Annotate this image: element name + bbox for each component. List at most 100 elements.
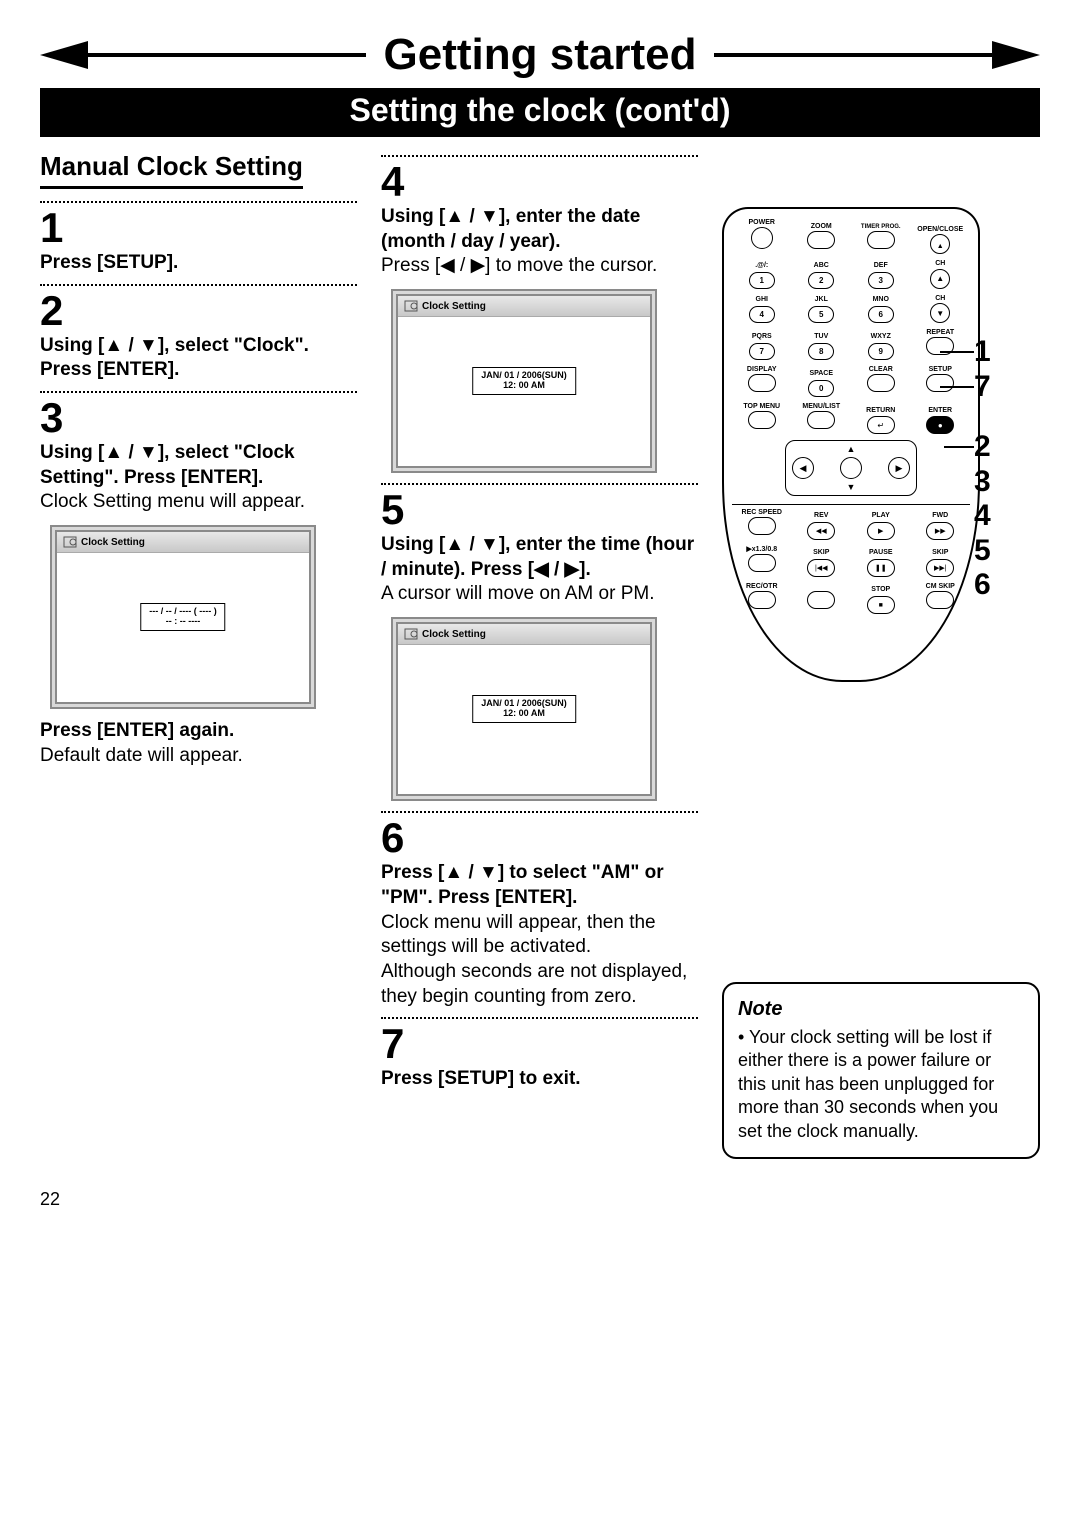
step-desc: Default date will appear. [40,745,243,766]
remote-key: 7 [749,343,775,360]
remote-label: TIMER PROG. [851,224,911,230]
osd-screenshot: Clock Setting JAN/ 01 / 2006(SUN) 12: 00… [391,289,657,473]
remote-key [867,374,895,392]
remote-key [748,517,776,535]
remote-key: 8 [808,343,834,360]
remote-key: ▲ [930,269,950,289]
remote-label: PQRS [732,333,792,340]
remote-label: SPACE [792,370,852,377]
remote-label: TOP MENU [732,403,792,410]
remote-key: |◀◀ [807,559,835,577]
timer-prog-button [867,231,895,249]
callout-number: 3 [974,465,991,498]
note-heading: Note [738,996,1024,1022]
osd-date: JAN/ 01 / 2006(SUN) [481,370,567,380]
step-desc: Press [◀ / ▶] to move the cursor. [381,255,657,276]
remote-key: 1 [749,272,775,289]
step-text: Press [▲ / ▼] to select "AM" or "PM". Pr… [381,862,664,908]
remote-label: JKL [792,296,852,303]
down-arrow-icon: ▼ [847,482,856,492]
callout-number: 1 [974,335,991,368]
remote-label: STOP [851,586,911,593]
dpad-center [840,457,862,479]
osd-date: --- / -- / ---- ( ---- ) [149,606,216,616]
remote-key [807,591,835,609]
remote-label: POWER [732,219,792,226]
divider [40,201,357,203]
remote-illustration: POWER ZOOM TIMER PROG. OPEN/CLOSE▲ .@/:1… [722,207,1040,682]
remote-key [926,591,954,609]
chapter-banner: Getting started [40,30,1040,80]
zoom-button [807,231,835,249]
callout-number: 7 [974,370,991,403]
remote-label: SKIP [911,549,971,556]
clock-icon [63,536,77,548]
divider [381,155,698,157]
dpad: ▲ ◀ ▶ ▼ [785,440,917,496]
osd-title: Clock Setting [422,629,486,640]
return-button: ↵ [867,416,895,434]
divider [381,483,698,485]
remote-key [748,591,776,609]
remote-key: 5 [808,306,834,323]
menu-list-button [807,411,835,429]
remote-label: TUV [792,333,852,340]
callout-number: 2 [974,430,991,463]
left-arrow-icon: ◀ [792,457,814,479]
step-text: Press [SETUP] to exit. [381,1068,581,1089]
step-text: Using [▲ / ▼], select "Clock Setting". P… [40,442,295,488]
step-number: 2 [40,290,357,332]
remote-key: ❚❚ [867,559,895,577]
remote-label: ZOOM [792,223,852,230]
right-arrow-icon: ▶ [888,457,910,479]
remote-key: ■ [867,596,895,614]
power-button [751,227,773,249]
osd-screenshot: Clock Setting JAN/ 01 / 2006(SUN) 12: 00… [391,617,657,801]
remote-key: 0 [808,380,834,397]
remote-label: CH [911,295,971,302]
chapter-title: Getting started [366,30,715,80]
osd-time: -- : -- ---- [149,616,216,626]
remote-label: SKIP [792,549,852,556]
remote-label: MNO [851,296,911,303]
step-text: Press [SETUP]. [40,252,178,273]
clock-icon [404,300,418,312]
note-box: Note • Your clock setting will be lost i… [722,982,1040,1159]
section-banner: Setting the clock (cont'd) [40,88,1040,137]
callout-number: 4 [974,499,991,532]
note-body: • Your clock setting will be lost if eit… [738,1026,1024,1143]
remote-label: FWD [911,512,971,519]
remote-label: .@/: [732,262,792,269]
enter-button: ● [926,416,954,434]
top-menu-button [748,411,776,429]
osd-title: Clock Setting [422,301,486,312]
remote-key: 2 [808,272,834,289]
remote-label: PAUSE [851,549,911,556]
remote-key: 6 [868,306,894,323]
open-close-button: ▲ [930,234,950,254]
remote-label: CH [911,260,971,267]
up-arrow-icon: ▲ [847,444,856,454]
osd-time: 12: 00 AM [481,708,567,718]
callout-number: 6 [974,568,991,601]
remote-label: GHI [732,296,792,303]
step-number: 1 [40,207,357,249]
divider [40,391,357,393]
remote-label: DISPLAY [732,366,792,373]
remote-label: MENU/LIST [792,403,852,410]
remote-key: ▶▶ [926,522,954,540]
remote-label: SETUP [911,366,971,373]
remote-key: 9 [868,343,894,360]
page-number: 22 [40,1189,1040,1210]
clock-icon [404,628,418,640]
step-number: 4 [381,161,698,203]
step-text: Using [▲ / ▼], enter the date (month / d… [381,206,640,252]
remote-key [748,554,776,572]
step-text: Using [▲ / ▼], select "Clock". Press [EN… [40,335,309,381]
remote-key [748,374,776,392]
step-number: 5 [381,489,698,531]
remote-key: ▼ [930,303,950,323]
remote-label: PLAY [851,512,911,519]
remote-label: REC SPEED [732,509,792,516]
step-number: 7 [381,1023,698,1065]
